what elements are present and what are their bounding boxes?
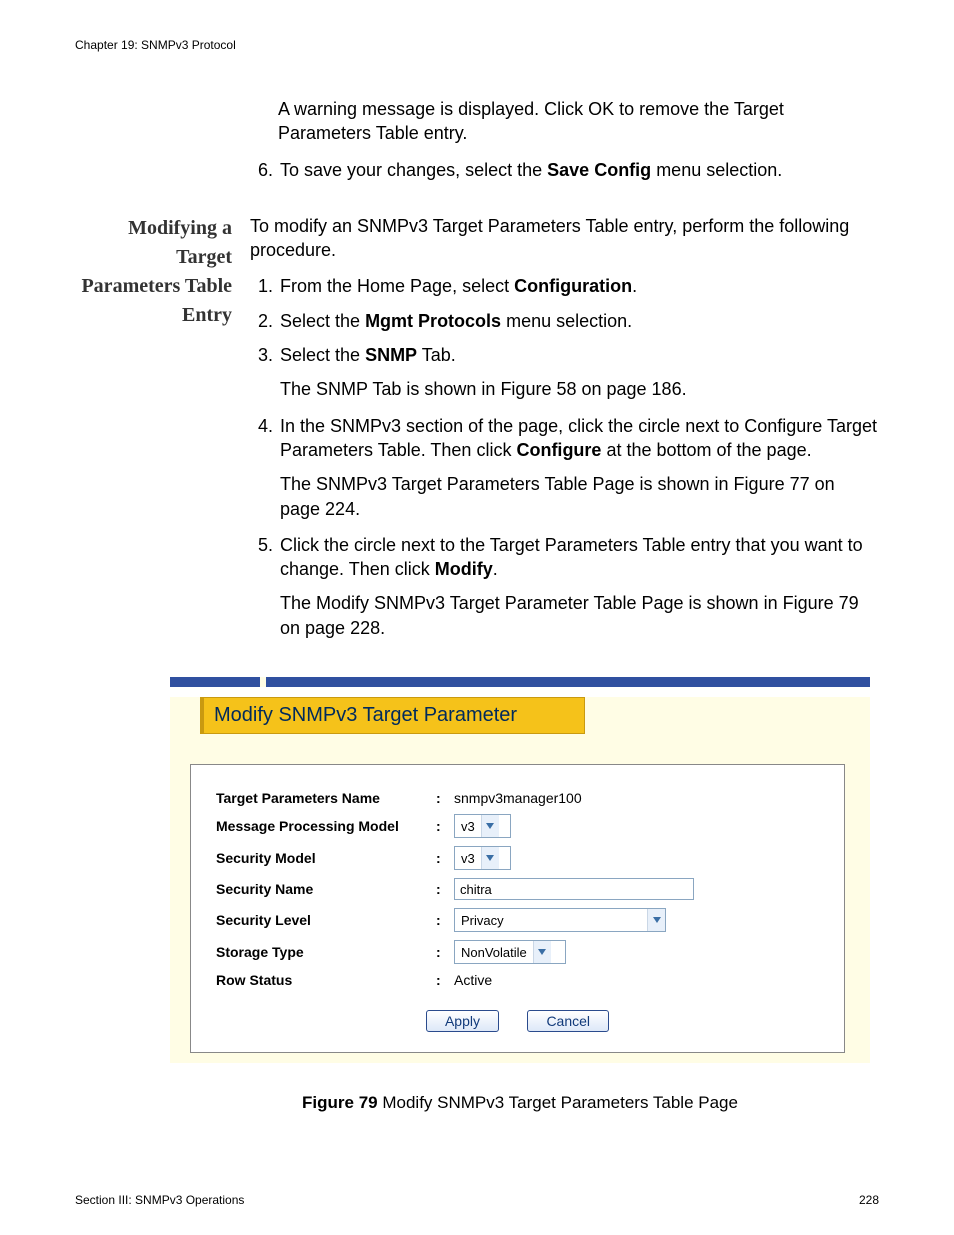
chevron-down-icon (481, 847, 499, 869)
s3-bold: SNMP (365, 345, 417, 365)
figure-caption: Figure 79 Modify SNMPv3 Target Parameter… (170, 1093, 870, 1113)
select-mpm-text: v3 (455, 819, 481, 834)
step6-bold: Save Config (547, 160, 651, 180)
s2-bold: Mgmt Protocols (365, 311, 501, 331)
s5-post: . (493, 559, 498, 579)
figure-banner: Modify SNMPv3 Target Parameter (200, 697, 585, 734)
select-storage-text: NonVolatile (455, 945, 533, 960)
s5-pre: Click the circle next to the Target Para… (280, 535, 863, 579)
s3-sub: The SNMP Tab is shown in Figure 58 on pa… (280, 377, 879, 401)
label-storage: Storage Type (216, 944, 436, 960)
input-sec-name[interactable]: chitra (454, 878, 694, 900)
row-mpm: Message Processing Model : v3 (216, 814, 819, 838)
step-6: To save your changes, select the Save Co… (278, 158, 879, 182)
label-mpm: Message Processing Model (216, 818, 436, 834)
s2-post: menu selection. (501, 311, 632, 331)
cancel-button[interactable]: Cancel (527, 1010, 609, 1032)
select-storage[interactable]: NonVolatile (454, 940, 566, 964)
step-1: From the Home Page, select Configuration… (278, 274, 879, 298)
row-target-name: Target Parameters Name : snmpv3manager10… (216, 790, 819, 806)
footer-section: Section III: SNMPv3 Operations (75, 1193, 244, 1207)
s4-post: at the bottom of the page. (601, 440, 811, 460)
select-sec-model[interactable]: v3 (454, 846, 511, 870)
apply-button[interactable]: Apply (426, 1010, 499, 1032)
figure-topbar (170, 677, 870, 687)
side-heading: Modifying a Target Parameters Table Entr… (75, 214, 232, 330)
step6-pre: To save your changes, select the (280, 160, 547, 180)
s3-pre: Select the (280, 345, 365, 365)
step-5: Click the circle next to the Target Para… (278, 533, 879, 640)
footer-page-number: 228 (859, 1193, 879, 1207)
step6-post: menu selection. (651, 160, 782, 180)
row-row-status: Row Status : Active (216, 972, 819, 988)
label-target-name: Target Parameters Name (216, 790, 436, 806)
s1-post: . (632, 276, 637, 296)
s4-sub: The SNMPv3 Target Parameters Table Page … (280, 472, 879, 521)
step-4: In the SNMPv3 section of the page, click… (278, 414, 879, 521)
value-row-status: Active (454, 972, 492, 988)
figure-79: Modify SNMPv3 Target Parameter Target Pa… (170, 677, 870, 1113)
s5-sub: The Modify SNMPv3 Target Parameter Table… (280, 591, 879, 640)
label-row-status: Row Status (216, 972, 436, 988)
s1-bold: Configuration (514, 276, 632, 296)
page-footer: Section III: SNMPv3 Operations 228 (75, 1193, 879, 1207)
value-target-name: snmpv3manager100 (454, 790, 582, 806)
row-security-level: Security Level : Privacy (216, 908, 819, 932)
form-panel: Target Parameters Name : snmpv3manager10… (190, 764, 845, 1053)
page: Chapter 19: SNMPv3 Protocol A warning me… (0, 0, 954, 1235)
banner-title: Modify SNMPv3 Target Parameter (214, 704, 517, 726)
figure-body: Modify SNMPv3 Target Parameter Target Pa… (170, 697, 870, 1063)
chevron-down-icon (533, 941, 551, 963)
block-modifying: Modifying a Target Parameters Table Entr… (75, 214, 879, 652)
chevron-down-icon (481, 815, 499, 837)
label-sec-name: Security Name (216, 881, 436, 897)
lead-paragraph: To modify an SNMPv3 Target Parameters Ta… (250, 214, 879, 263)
select-sec-model-text: v3 (455, 851, 481, 866)
label-sec-model: Security Model (216, 850, 436, 866)
warning-paragraph: A warning message is displayed. Click OK… (278, 97, 879, 146)
row-storage-type: Storage Type : NonVolatile (216, 940, 819, 964)
block-intro: A warning message is displayed. Click OK… (75, 97, 879, 192)
s1-pre: From the Home Page, select (280, 276, 514, 296)
step-3: Select the SNMP Tab. The SNMP Tab is sho… (278, 343, 879, 402)
s4-bold: Configure (516, 440, 601, 460)
button-row: Apply Cancel (216, 1010, 819, 1032)
select-sec-level-text: Privacy (455, 913, 647, 928)
row-security-model: Security Model : v3 (216, 846, 819, 870)
chapter-header: Chapter 19: SNMPv3 Protocol (75, 38, 879, 52)
s5-bold: Modify (435, 559, 493, 579)
label-sec-level: Security Level (216, 912, 436, 928)
caption-rest: Modify SNMPv3 Target Parameters Table Pa… (378, 1093, 738, 1112)
s3-post: Tab. (417, 345, 456, 365)
row-security-name: Security Name : chitra (216, 878, 819, 900)
procedure-steps: From the Home Page, select Configuration… (250, 274, 879, 640)
step-2: Select the Mgmt Protocols menu selection… (278, 309, 879, 333)
select-mpm[interactable]: v3 (454, 814, 511, 838)
caption-bold: Figure 79 (302, 1093, 378, 1112)
chevron-down-icon (647, 909, 665, 931)
prev-steps-continued: To save your changes, select the Save Co… (250, 158, 879, 182)
select-sec-level[interactable]: Privacy (454, 908, 666, 932)
s2-pre: Select the (280, 311, 365, 331)
